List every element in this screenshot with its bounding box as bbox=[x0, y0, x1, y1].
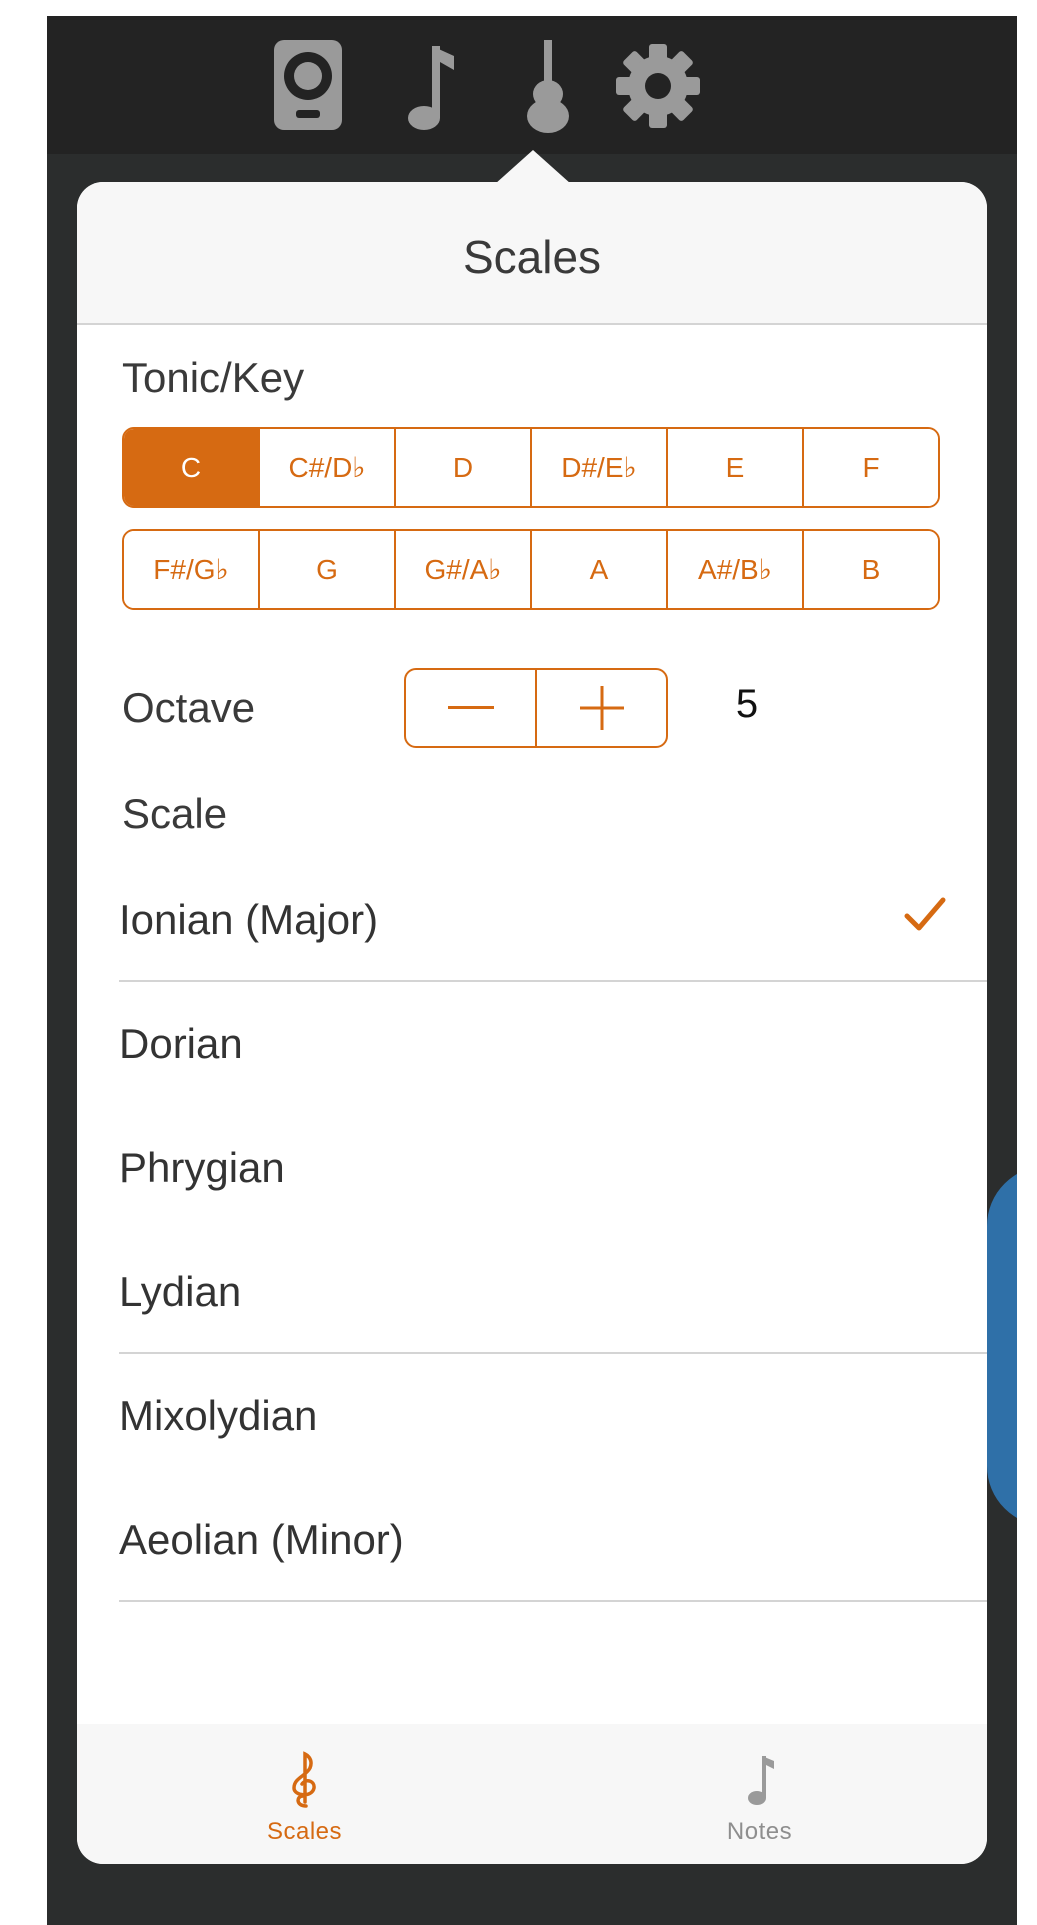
popover-header: Scales bbox=[77, 182, 987, 325]
octave-increment-button[interactable] bbox=[537, 670, 666, 746]
octave-decrement-button[interactable] bbox=[406, 670, 537, 746]
key-selector-row-1: C C#/D♭ D D#/E♭ E F bbox=[122, 427, 940, 508]
minus-icon bbox=[447, 706, 494, 709]
key-button-c-sharp[interactable]: C#/D♭ bbox=[260, 429, 396, 506]
app-screen: Scales Tonic/Key C C#/D♭ D D#/E♭ E F F#/… bbox=[47, 16, 1017, 1925]
tonic-key-label: Tonic/Key bbox=[122, 354, 305, 401]
octave-label: Octave bbox=[122, 684, 256, 731]
popover-arrow bbox=[495, 150, 571, 184]
scale-list: Ionian (Major) Dorian Phrygian Lydian Mi… bbox=[77, 858, 987, 1602]
octave-stepper bbox=[404, 668, 668, 748]
popover-title: Scales bbox=[462, 230, 602, 283]
scale-item-label: Phrygian bbox=[119, 1144, 285, 1191]
key-button-d-sharp[interactable]: D#/E♭ bbox=[532, 429, 668, 506]
key-button-a[interactable]: A bbox=[532, 531, 668, 608]
key-button-b[interactable]: B bbox=[804, 531, 938, 608]
scale-item-label: Lydian bbox=[119, 1268, 242, 1315]
key-button-g[interactable]: G bbox=[260, 531, 396, 608]
speaker-icon[interactable] bbox=[260, 38, 356, 134]
key-button-g-sharp[interactable]: G#/A♭ bbox=[396, 531, 532, 608]
scale-item-lydian[interactable]: Lydian bbox=[77, 1230, 987, 1354]
treble-clef-icon bbox=[291, 1751, 316, 1808]
scales-popover: Scales Tonic/Key C C#/D♭ D D#/E♭ E F F#/… bbox=[77, 182, 987, 1864]
key-button-f-sharp[interactable]: F#/G♭ bbox=[124, 531, 260, 608]
key-button-c[interactable]: C bbox=[124, 429, 260, 506]
octave-value: 5 bbox=[735, 682, 759, 726]
key-button-e[interactable]: E bbox=[668, 429, 804, 506]
bottom-tab-bar: Scales Notes bbox=[77, 1724, 987, 1864]
key-selector-row-2: F#/G♭ G G#/A♭ A A#/B♭ B bbox=[122, 529, 940, 610]
scale-item-mixolydian[interactable]: Mixolydian bbox=[77, 1354, 987, 1478]
key-button-f[interactable]: F bbox=[804, 429, 938, 506]
row-divider bbox=[119, 1600, 987, 1602]
music-note-icon bbox=[747, 1756, 774, 1805]
plus-icon bbox=[579, 686, 624, 730]
key-button-d[interactable]: D bbox=[396, 429, 532, 506]
scale-item-phrygian[interactable]: Phrygian bbox=[77, 1106, 987, 1230]
music-note-icon[interactable] bbox=[386, 38, 482, 134]
checkmark-icon bbox=[904, 897, 946, 931]
background-blue-shape bbox=[987, 1166, 1017, 1526]
scale-item-dorian[interactable]: Dorian bbox=[77, 982, 987, 1106]
scale-item-label: Ionian (Major) bbox=[119, 896, 379, 943]
key-button-a-sharp[interactable]: A#/B♭ bbox=[668, 531, 804, 608]
gear-icon[interactable] bbox=[610, 38, 706, 134]
scale-item-label: Aeolian (Minor) bbox=[119, 1516, 404, 1563]
tab-scales[interactable]: Scales bbox=[77, 1724, 532, 1864]
tab-notes[interactable]: Notes bbox=[532, 1724, 987, 1864]
scale-item-aeolian[interactable]: Aeolian (Minor) bbox=[77, 1478, 987, 1602]
tab-scales-label: Scales bbox=[266, 1818, 343, 1845]
scale-item-ionian[interactable]: Ionian (Major) bbox=[77, 858, 987, 982]
scale-item-label: Dorian bbox=[119, 1020, 243, 1067]
guitar-icon[interactable] bbox=[500, 38, 596, 134]
scale-item-label: Mixolydian bbox=[119, 1392, 318, 1439]
scale-label: Scale bbox=[122, 790, 228, 837]
tab-notes-label: Notes bbox=[726, 1818, 793, 1845]
top-toolbar bbox=[47, 16, 1017, 154]
